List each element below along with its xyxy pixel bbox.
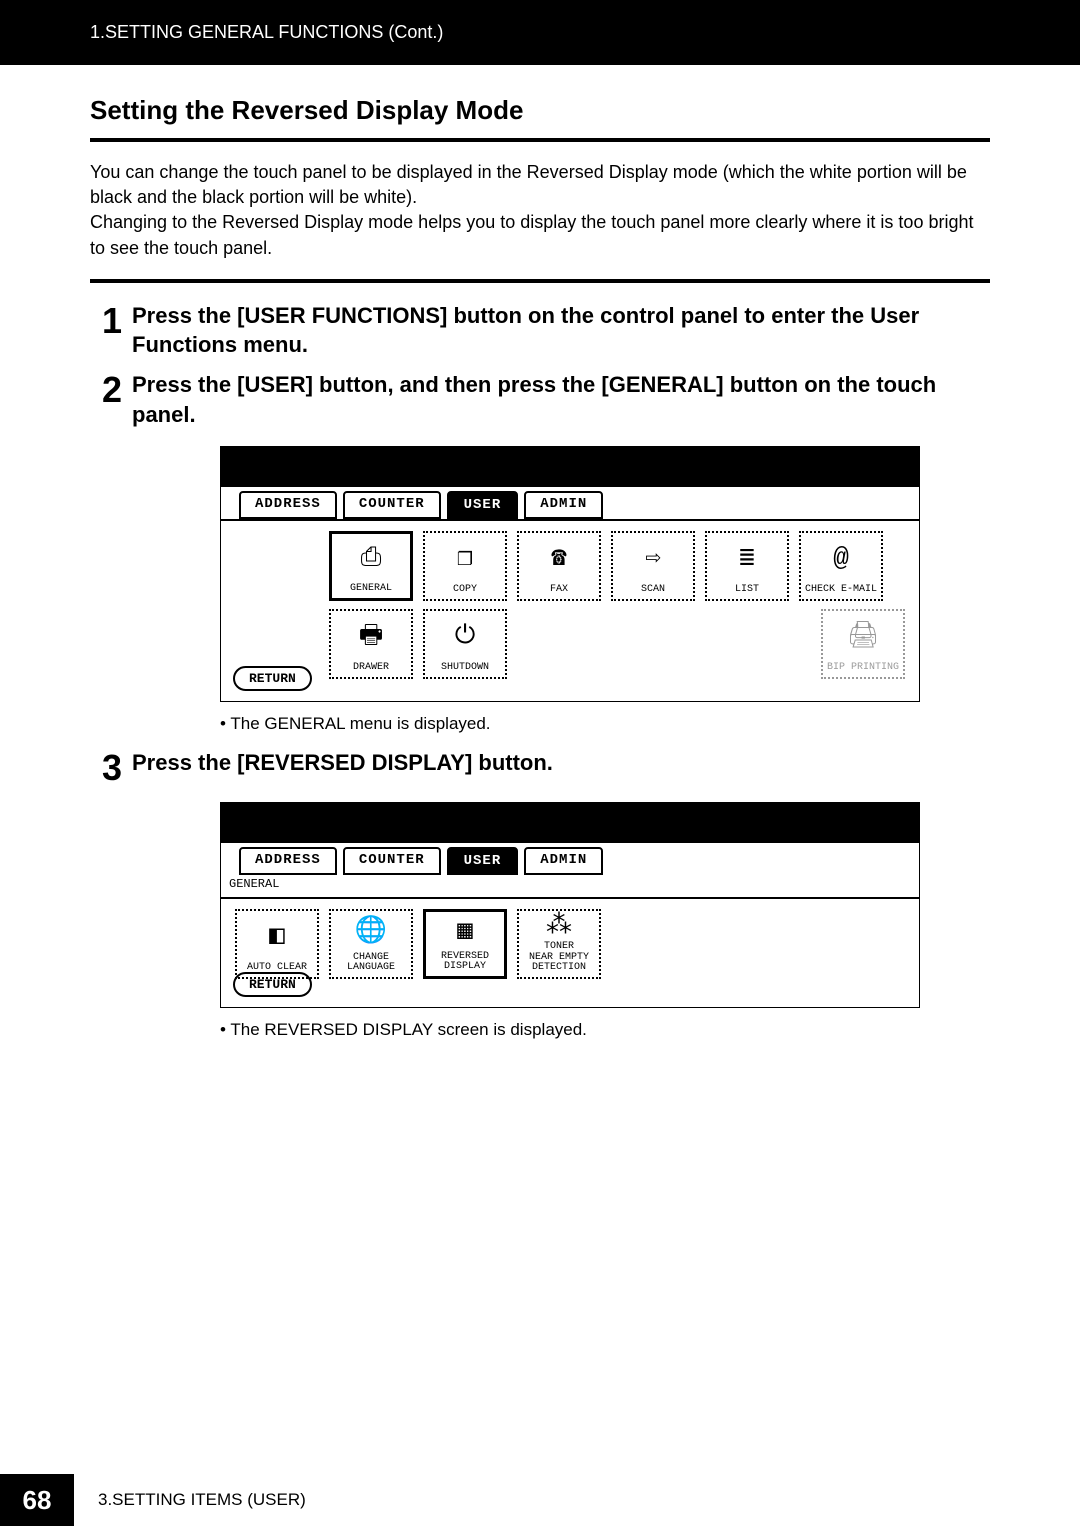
- fax-button[interactable]: ☎FAX: [517, 531, 601, 601]
- drawer-button[interactable]: 🖶DRAWER: [329, 609, 413, 679]
- step-2-result: The GENERAL menu is displayed.: [220, 714, 990, 734]
- lcd1-row1: ⎙GENERAL ❐COPY ☎FAX ⇨SCAN ≣LIST @CHECK E…: [329, 531, 905, 601]
- globe-icon: 🌐: [355, 911, 387, 953]
- change-language-label: CHANGE LANGUAGE: [347, 953, 395, 974]
- header-breadcrumb: 1.SETTING GENERAL FUNCTIONS (Cont.): [90, 22, 443, 43]
- autoclear-icon: ◧: [269, 911, 285, 964]
- lcd1-right-col: 🖨BIP PRINTING: [821, 609, 905, 679]
- tab-admin[interactable]: ADMIN: [524, 491, 603, 519]
- reversed-display-label: REVERSED DISPLAY: [441, 952, 489, 973]
- reversed-display-button[interactable]: ▦REVERSED DISPLAY: [423, 909, 507, 979]
- intro-text: You can change the touch panel to be dis…: [90, 160, 990, 261]
- tab-counter-2[interactable]: COUNTER: [343, 847, 441, 875]
- lcd1-row2: 🖶DRAWER ⏻SHUTDOWN: [329, 609, 905, 679]
- footer-section: 3.SETTING ITEMS (USER): [74, 1490, 306, 1510]
- step-1-text: Press the [USER FUNCTIONS] button on the…: [132, 301, 990, 360]
- scan-label: SCAN: [641, 585, 665, 596]
- bip-label: BIP PRINTING: [827, 663, 899, 674]
- list-icon: ≣: [739, 533, 755, 586]
- section-rule: [90, 138, 990, 142]
- check-email-label: CHECK E-MAIL: [805, 585, 877, 596]
- lcd-titlebar-1: [221, 447, 919, 487]
- fax-label: FAX: [550, 585, 568, 596]
- change-language-button[interactable]: 🌐CHANGE LANGUAGE: [329, 909, 413, 979]
- lcd-tabs-1: ADDRESS COUNTER USER ADMIN: [221, 487, 919, 519]
- tab-counter[interactable]: COUNTER: [343, 491, 441, 519]
- auto-clear-button[interactable]: ◧AUTO CLEAR: [235, 909, 319, 979]
- general-label: GENERAL: [350, 584, 392, 595]
- step-1-num: 1: [90, 301, 132, 360]
- tab-user-2[interactable]: USER: [447, 847, 519, 875]
- step-2: 2 Press the [USER] button, and then pres…: [90, 370, 990, 429]
- check-email-button[interactable]: @CHECK E-MAIL: [799, 531, 883, 601]
- step-3-result: The REVERSED DISPLAY screen is displayed…: [220, 1020, 990, 1040]
- step-3-num: 3: [90, 748, 132, 786]
- steps-rule: [90, 279, 990, 283]
- lcd-body-2: ◧AUTO CLEAR 🌐CHANGE LANGUAGE ▦REVERSED D…: [221, 897, 919, 1007]
- footer-bar: 68 3.SETTING ITEMS (USER): [0, 1474, 1080, 1526]
- page-number: 68: [0, 1474, 74, 1526]
- toner-icon: ⁂: [546, 911, 572, 943]
- general-button[interactable]: ⎙GENERAL: [329, 531, 413, 601]
- content-area: Setting the Reversed Display Mode You ca…: [0, 65, 1080, 1040]
- lcd-frame-1: ADDRESS COUNTER USER ADMIN ⎙GENERAL ❐COP…: [220, 446, 920, 702]
- drawer-label: DRAWER: [353, 663, 389, 674]
- shutdown-label: SHUTDOWN: [441, 663, 489, 674]
- copy-button[interactable]: ❐COPY: [423, 531, 507, 601]
- lcd-body-1: ⎙GENERAL ❐COPY ☎FAX ⇨SCAN ≣LIST @CHECK E…: [221, 519, 919, 701]
- step-3: 3 Press the [REVERSED DISPLAY] button.: [90, 748, 990, 786]
- toner-detection-button[interactable]: ⁂TONER NEAR EMPTY DETECTION: [517, 909, 601, 979]
- intro-line-1: You can change the touch panel to be dis…: [90, 160, 990, 210]
- touch-panel-general-menu: ADDRESS COUNTER USER ADMIN GENERAL ◧AUTO…: [220, 802, 920, 1008]
- list-label: LIST: [735, 585, 759, 596]
- shutdown-icon: ⏻: [455, 611, 476, 664]
- fax-icon: ☎: [551, 533, 567, 586]
- general-breadcrumb: GENERAL: [221, 875, 919, 897]
- scan-icon: ⇨: [645, 533, 661, 586]
- copy-label: COPY: [453, 585, 477, 596]
- tab-admin-2[interactable]: ADMIN: [524, 847, 603, 875]
- reversed-icon: ▦: [457, 912, 473, 952]
- toner-label: TONER NEAR EMPTY DETECTION: [529, 942, 589, 974]
- touch-panel-user-menu: ADDRESS COUNTER USER ADMIN ⎙GENERAL ❐COP…: [220, 446, 920, 702]
- shutdown-button[interactable]: ⏻SHUTDOWN: [423, 609, 507, 679]
- scan-button[interactable]: ⇨SCAN: [611, 531, 695, 601]
- step-2-text: Press the [USER] button, and then press …: [132, 370, 990, 429]
- return-button-2[interactable]: RETURN: [233, 972, 312, 997]
- tab-address[interactable]: ADDRESS: [239, 491, 337, 519]
- steps-list: 1 Press the [USER FUNCTIONS] button on t…: [90, 301, 990, 1040]
- lcd-tabs-2: ADDRESS COUNTER USER ADMIN: [221, 843, 919, 875]
- email-icon: @: [833, 533, 849, 586]
- bip-printing-button[interactable]: 🖨BIP PRINTING: [821, 609, 905, 679]
- step-3-text: Press the [REVERSED DISPLAY] button.: [132, 748, 990, 786]
- step-2-num: 2: [90, 370, 132, 429]
- tab-user[interactable]: USER: [447, 491, 519, 519]
- intro-line-2: Changing to the Reversed Display mode he…: [90, 210, 990, 260]
- step-1: 1 Press the [USER FUNCTIONS] button on t…: [90, 301, 990, 360]
- drawer-icon: 🖶: [359, 611, 384, 664]
- general-icon: ⎙: [361, 534, 382, 585]
- section-title: Setting the Reversed Display Mode: [90, 95, 990, 126]
- list-button[interactable]: ≣LIST: [705, 531, 789, 601]
- tab-address-2[interactable]: ADDRESS: [239, 847, 337, 875]
- copy-icon: ❐: [457, 533, 473, 586]
- bip-icon: 🖨: [846, 611, 879, 664]
- lcd-frame-2: ADDRESS COUNTER USER ADMIN GENERAL ◧AUTO…: [220, 802, 920, 1008]
- lcd-titlebar-2: [221, 803, 919, 843]
- lcd2-row1: ◧AUTO CLEAR 🌐CHANGE LANGUAGE ▦REVERSED D…: [235, 909, 905, 979]
- return-button-1[interactable]: RETURN: [233, 666, 312, 691]
- header-bar: 1.SETTING GENERAL FUNCTIONS (Cont.): [0, 0, 1080, 65]
